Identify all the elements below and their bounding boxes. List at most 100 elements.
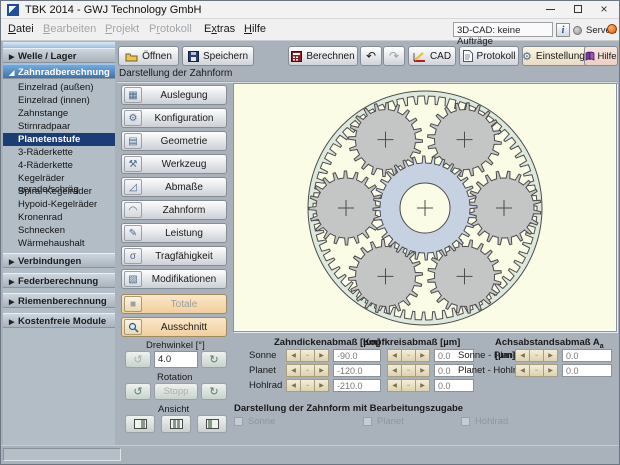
open-button[interactable]: Öffnen: [118, 46, 179, 66]
sidebar-section-verbindungen[interactable]: ▶ Verbindungen: [3, 253, 115, 268]
planetary-gear-drawing: [307, 90, 543, 326]
sidebar-item-spiral-kegelraeder[interactable]: Spiral-Kegelräder: [3, 185, 115, 198]
nav-leistung-button[interactable]: ✎ Leistung: [121, 223, 227, 243]
spin-left-button[interactable]: ◀: [515, 349, 530, 362]
spin-left-button[interactable]: ◀: [387, 349, 402, 362]
spin-reset-button[interactable]: −: [300, 379, 315, 392]
sidebar-section-riemenberechnung[interactable]: ▶ Riemenberechnung: [3, 293, 115, 308]
zahnform-canvas[interactable]: [233, 83, 617, 332]
nav-auslegung-button[interactable]: ▦ Auslegung: [121, 85, 227, 105]
totale-button: ■ Totale: [121, 294, 227, 314]
nav-modifikationen-button[interactable]: ▧ Modifikationen: [121, 269, 227, 289]
rotate-cw-step-button[interactable]: ↻: [201, 351, 227, 368]
spin-left-button[interactable]: ◀: [286, 364, 301, 377]
werkzeug-icon: ⚒: [124, 156, 142, 172]
sidebar-item-planetenstufe[interactable]: Planetenstufe: [3, 133, 115, 146]
achs-planet-hohlrad-input[interactable]: [562, 364, 612, 377]
zahndicke-hohlrad-input[interactable]: [333, 379, 381, 392]
rotation-ccw-button[interactable]: ↺: [125, 383, 151, 400]
ausschnitt-button[interactable]: Ausschnitt: [121, 317, 227, 337]
leistung-icon: ✎: [124, 225, 142, 241]
undo-button[interactable]: ↶: [360, 46, 382, 66]
sidebar-item-stirnradpaar[interactable]: Stirnradpaar: [3, 120, 115, 133]
sidebar-section-kostenfreie-module[interactable]: ▶ Kostenfreie Module: [3, 313, 115, 328]
spin-right-button[interactable]: ▶: [415, 349, 430, 362]
menu-datei[interactable]: Datei: [8, 23, 34, 35]
nav-abmasse-button[interactable]: ◿ Abmaße: [121, 177, 227, 197]
view-split-pane-button[interactable]: [161, 415, 191, 433]
nav-zahnform-button[interactable]: ◠ Zahnform: [121, 200, 227, 220]
view-left-pane-button[interactable]: [197, 415, 227, 433]
spin-left-button[interactable]: ◀: [515, 364, 530, 377]
sidebar-item-einzelrad-aussen[interactable]: Einzelrad (außen): [3, 81, 115, 94]
rotation-cw-button[interactable]: ↻: [201, 383, 227, 400]
sidebar-item-zahnstange[interactable]: Zahnstange: [3, 107, 115, 120]
sidebar-section-welle-lager[interactable]: ▶ Welle / Lager: [3, 48, 115, 63]
spin-reset-button[interactable]: −: [300, 349, 315, 362]
zahndicke-sonne-input[interactable]: [333, 349, 381, 362]
spin-right-button[interactable]: ▶: [415, 364, 430, 377]
redo-button: ↷: [383, 46, 405, 66]
calculate-button[interactable]: Berechnen: [288, 46, 358, 66]
save-floppy-icon: [187, 50, 199, 62]
spin-left-button[interactable]: ◀: [387, 379, 402, 392]
spin-reset-button[interactable]: −: [401, 379, 416, 392]
spin-right-button[interactable]: ▶: [314, 349, 329, 362]
rotation-label: Rotation: [157, 372, 193, 383]
sidebar-item-4-raederkette[interactable]: 4-Räderkette: [3, 159, 115, 172]
spin-left-button[interactable]: ◀: [286, 349, 301, 362]
protocol-button[interactable]: Protokoll: [459, 46, 519, 66]
view-pane-icon: [205, 419, 219, 429]
menu-hilfe[interactable]: Hilfe: [244, 23, 266, 35]
achs-sonne-planet-input[interactable]: [562, 349, 612, 362]
spin-right-button[interactable]: ▶: [415, 379, 430, 392]
zahndicke-planet-spinner: ◀ − ▶: [286, 364, 329, 377]
spin-right-button[interactable]: ▶: [314, 364, 329, 377]
maximize-button[interactable]: [565, 1, 591, 18]
spin-reset-button[interactable]: −: [529, 349, 544, 362]
sidebar-item-kronenrad[interactable]: Kronenrad: [3, 211, 115, 224]
minimize-button[interactable]: [537, 1, 563, 18]
kopfkreis-hohlrad-input[interactable]: [434, 379, 474, 392]
spin-reset-button[interactable]: −: [300, 364, 315, 377]
view-right-pane-button[interactable]: [125, 415, 155, 433]
spin-left-button[interactable]: ◀: [286, 379, 301, 392]
close-button[interactable]: ×: [591, 1, 617, 18]
spin-right-button[interactable]: ▶: [543, 349, 558, 362]
spin-reset-button[interactable]: −: [401, 364, 416, 377]
spin-reset-button[interactable]: −: [529, 364, 544, 377]
spin-right-button[interactable]: ▶: [543, 364, 558, 377]
info-button[interactable]: i: [556, 23, 570, 37]
nav-konfiguration-button[interactable]: ⚙ Konfiguration: [121, 108, 227, 128]
abmasse-icon: ◿: [124, 179, 142, 195]
spin-reset-button[interactable]: −: [401, 349, 416, 362]
checkbox-hohlrad-label: Hohlrad: [475, 416, 509, 427]
help-button[interactable]: Hilfe: [584, 46, 618, 66]
sidebar-item-waermehaushalt[interactable]: Wärmehaushalt: [3, 237, 115, 250]
sidebar-section-zahnradberechnung[interactable]: ◢ Zahnradberechnung: [3, 64, 115, 79]
ansicht-label: Ansicht: [158, 404, 190, 415]
chevron-right-icon: ▶: [9, 279, 15, 286]
sidebar-item-kegelraeder[interactable]: Kegelräder gerade/schräg: [3, 172, 115, 195]
menu-protokoll: Protokoll: [149, 23, 192, 35]
sidebar-item-3-raederkette[interactable]: 3-Räderkette: [3, 146, 115, 159]
nav-tragfaehigkeit-button[interactable]: σ Tragfähigkeit: [121, 246, 227, 266]
sidebar-item-einzelrad-innen[interactable]: Einzelrad (innen): [3, 94, 115, 107]
sidebar-item-hypoid-kegelraeder[interactable]: Hypoid-Kegelräder: [3, 198, 115, 211]
zugabe-section-label: Darstellung der Zahnform mit Bearbeitung…: [234, 403, 464, 414]
spin-left-button[interactable]: ◀: [387, 364, 402, 377]
chevron-right-icon: ▶: [9, 299, 15, 306]
konfiguration-icon: ⚙: [124, 110, 142, 126]
help-book-icon: [586, 51, 595, 61]
cad-button[interactable]: CAD: [408, 46, 456, 66]
nav-werkzeug-button[interactable]: ⚒ Werkzeug: [121, 154, 227, 174]
nav-geometrie-button[interactable]: ▤ Geometrie: [121, 131, 227, 151]
geometrie-icon: ▤: [124, 133, 142, 149]
save-button[interactable]: Speichern: [182, 46, 254, 66]
zahndicke-planet-input[interactable]: [333, 364, 381, 377]
menu-extras[interactable]: Extras: [204, 23, 235, 35]
sidebar-item-schnecken[interactable]: Schnecken: [3, 224, 115, 237]
spin-right-button[interactable]: ▶: [314, 379, 329, 392]
drehwinkel-input[interactable]: [154, 351, 198, 368]
sidebar-section-federberechnung[interactable]: ▶ Federberechnung: [3, 273, 115, 288]
